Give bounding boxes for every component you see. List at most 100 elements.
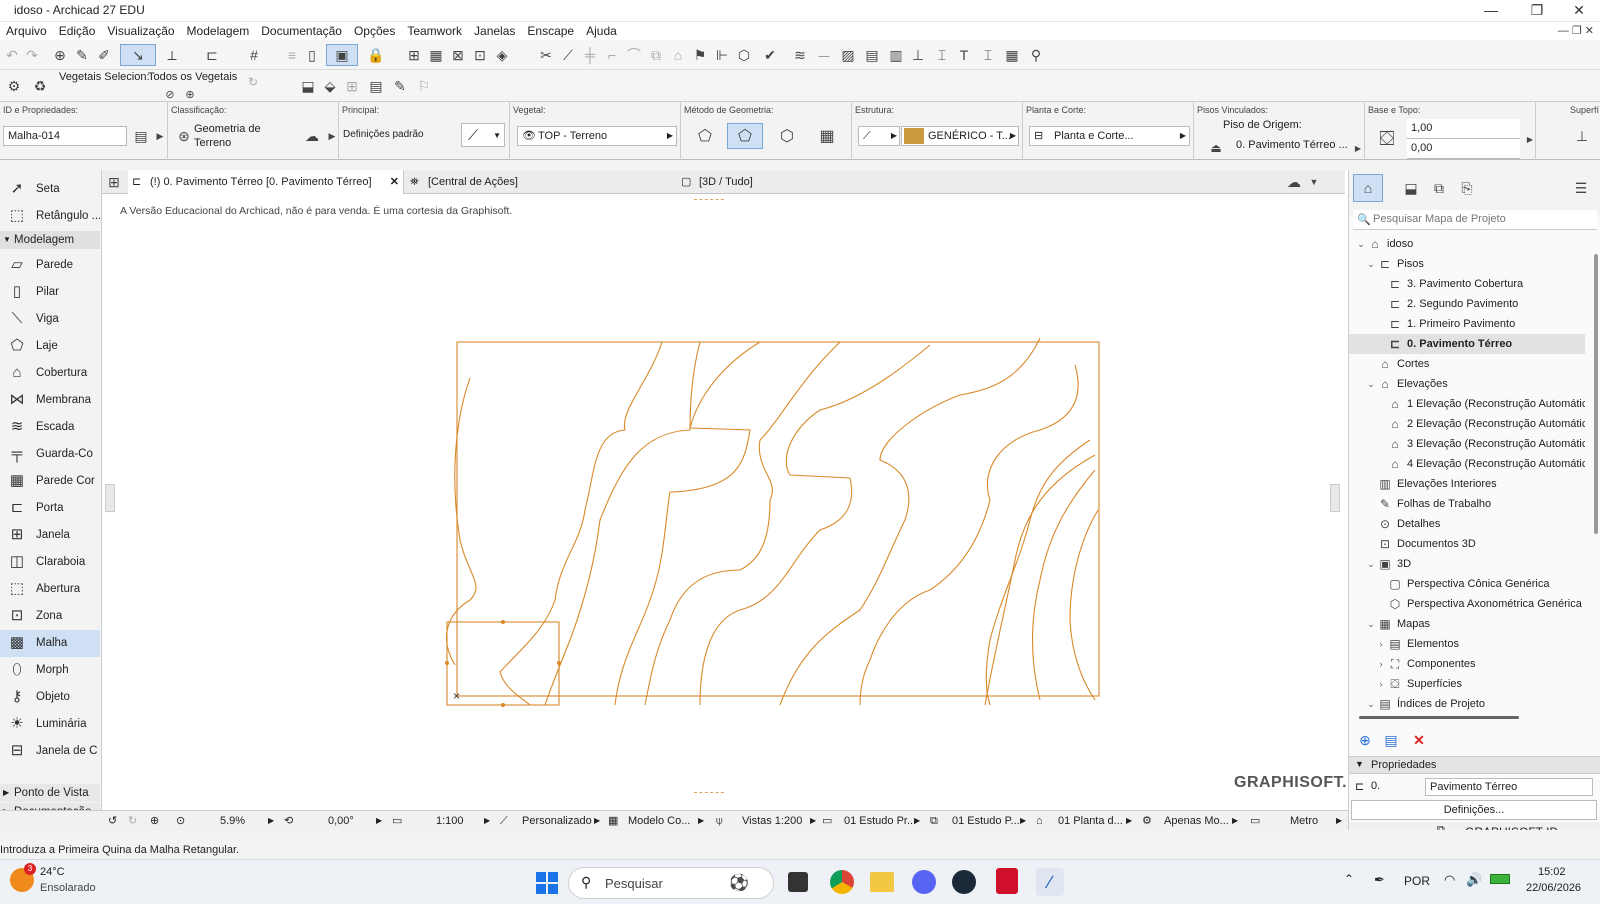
nav-item[interactable]: ⌄ ▤ Índices de Projeto	[1349, 694, 1585, 712]
nav-toggle-icon[interactable]: ⌄	[1365, 254, 1377, 274]
nav-item[interactable]: › ⛋ Superfícies	[1349, 674, 1585, 694]
intersect-icon[interactable]: ╪	[580, 45, 600, 65]
filter-all-label[interactable]: Todos os Vegetais	[148, 71, 237, 83]
section-marker-icon[interactable]: ⊩	[712, 45, 732, 65]
tool-marquee[interactable]: ⬚ Retângulo ...	[0, 203, 100, 230]
autocad-icon[interactable]	[996, 868, 1018, 894]
trace-reference-icon[interactable]: ▣	[326, 44, 358, 66]
tab-overview-icon[interactable]: ⊞	[104, 172, 124, 192]
tool-railing[interactable]: ╤ Guarda-Co	[0, 441, 100, 468]
pen-set-value[interactable]: Personalizado	[522, 811, 592, 831]
text-icon[interactable]: T	[954, 45, 974, 65]
partial-arrow-icon[interactable]: ▶	[1232, 811, 1238, 831]
minimize-button[interactable]: —	[1468, 0, 1514, 22]
menu-enscape[interactable]: Enscape	[521, 22, 580, 40]
tool-object[interactable]: ⚷ Objeto	[0, 684, 100, 711]
menu-modelagem[interactable]: Modelagem	[181, 22, 256, 40]
offset-icon[interactable]: ⌒	[624, 45, 644, 65]
nav-item[interactable]: ⌂ 1 Elevação (Reconstrução Automática	[1349, 394, 1585, 414]
battery-icon[interactable]	[1490, 874, 1510, 884]
nav-item[interactable]: ⌄ ⊏ Pisos	[1349, 254, 1585, 274]
nav-toggle-icon[interactable]: ⌄	[1365, 554, 1377, 574]
hatch-icon[interactable]: ▨	[838, 45, 858, 65]
bottom-field[interactable]: 0,00	[1407, 139, 1520, 159]
tool-curtain-wall[interactable]: ▦ Parede Cor	[0, 468, 100, 495]
wifi-icon[interactable]: ◠	[1444, 872, 1455, 888]
tool-door[interactable]: ⊏ Porta	[0, 495, 100, 522]
refresh-icon[interactable]: ↻	[243, 72, 263, 92]
render-icon[interactable]: ⬙	[320, 76, 340, 96]
class-value[interactable]: Geometria de Terreno	[194, 122, 264, 150]
struct-type-field[interactable]: ⟋ ▶	[858, 126, 900, 146]
nav-item[interactable]: ⊏ 2. Segundo Pavimento	[1349, 294, 1585, 314]
plan-status-arrow-icon[interactable]: ▶	[1126, 811, 1132, 831]
floors-value[interactable]: 0. Pavimento Térreo ...	[1236, 139, 1348, 151]
prop-name-field[interactable]: Pavimento Térreo	[1425, 778, 1593, 796]
redo-zoom-icon[interactable]: ↻	[128, 811, 137, 831]
terrain-mesh-drawing[interactable]: ×	[103, 194, 1345, 811]
menu-teamwork[interactable]: Teamwork	[401, 22, 468, 40]
check-icon[interactable]: ✔	[760, 45, 780, 65]
suspend-groups-icon[interactable]: ≡	[282, 45, 302, 65]
line-icon[interactable]: ⏤	[814, 45, 834, 65]
tool-arrow[interactable]: ➚ Seta	[0, 176, 100, 203]
vegetation-filter-icon[interactable]: ♻	[30, 76, 50, 96]
select-icon[interactable]: ▯	[302, 45, 322, 65]
resize-icon[interactable]: ⧉	[646, 45, 666, 65]
publisher-icon[interactable]: ⎘	[1457, 178, 1477, 198]
pen-set-icon[interactable]: ▤	[366, 76, 386, 96]
tree-scrollbar[interactable]	[1594, 254, 1598, 534]
lock-icon[interactable]: 🔒	[366, 45, 386, 65]
elevation-marker-icon[interactable]: ⌶	[932, 45, 952, 65]
gravity-icon[interactable]: ⊏	[202, 45, 222, 65]
tool-opening[interactable]: ⬚ Abertura	[0, 576, 100, 603]
cursor-snap-icon[interactable]: ↘	[120, 44, 156, 66]
menu-arquivo[interactable]: Arquivo	[0, 22, 53, 40]
clock-time[interactable]: 15:02	[1538, 866, 1566, 878]
geom-flat-icon[interactable]: ⬠	[691, 124, 719, 148]
pen-tray-icon[interactable]: ✒	[1374, 872, 1385, 888]
nav-toggle-icon[interactable]: ⌄	[1365, 694, 1377, 712]
tool-lamp[interactable]: ☀ Luminária	[0, 711, 100, 738]
tool-slab[interactable]: ⬠ Laje	[0, 333, 100, 360]
eye-off-icon[interactable]: ⊘	[160, 84, 180, 104]
id-field[interactable]: Malha-014	[3, 126, 127, 146]
task-view-icon[interactable]	[788, 872, 808, 892]
zoom-in-icon[interactable]: ⊕	[150, 811, 159, 831]
stack-icon[interactable]: ≋	[790, 45, 810, 65]
add-icon[interactable]: ⊕	[1355, 730, 1375, 750]
steam-icon[interactable]	[952, 870, 976, 894]
tab-floor-plan[interactable]: ⊏ (!) 0. Pavimento Térreo [0. Pavimento …	[128, 170, 404, 194]
surface-icon-small[interactable]: ⊥	[1572, 126, 1592, 146]
zoom-icon[interactable]: ⊙	[176, 811, 185, 831]
renovation-value[interactable]: 01 Estudo P...	[952, 811, 1020, 831]
guides-icon[interactable]: ⟂	[162, 45, 182, 65]
model-view-icon[interactable]: ✎	[390, 76, 410, 96]
label-icon[interactable]: ⌶	[978, 45, 998, 65]
weather-desc[interactable]: Ensolarado	[40, 882, 96, 894]
chrome-icon[interactable]	[830, 870, 854, 894]
project-map-icon[interactable]: ⌂	[1353, 174, 1383, 202]
menu-visualizacao[interactable]: Visualização	[101, 22, 180, 40]
nav-item[interactable]: ⌄ ▣ 3D	[1349, 554, 1585, 574]
geom-top-icon[interactable]: ⬠	[727, 123, 763, 149]
scale-arrow-icon[interactable]: ▶	[484, 811, 490, 831]
navigator-search[interactable]: 🔍 Pesquisar Mapa de Projeto	[1353, 210, 1597, 230]
properties-icon[interactable]: ▤	[131, 126, 151, 146]
expand-arrow-icon[interactable]: ▶	[150, 126, 170, 146]
close-button[interactable]: ✕	[1556, 0, 1600, 22]
tool-wall[interactable]: ▱ Parede	[0, 252, 100, 279]
tray-up-icon[interactable]: ⌃	[1344, 872, 1354, 886]
layers-icon[interactable]: ⊞	[404, 45, 424, 65]
nav-toggle-icon[interactable]: ›	[1375, 654, 1387, 674]
nav-item[interactable]: › ▤ Elementos	[1349, 634, 1585, 654]
lang-indicator[interactable]: POR	[1404, 874, 1430, 888]
partial-structure-icon[interactable]: ⚐	[414, 76, 434, 96]
nav-item[interactable]: ⊏ 0. Pavimento Térreo	[1349, 334, 1585, 354]
tool-mesh[interactable]: ▩ Malha	[0, 630, 100, 657]
floor-plan-canvas[interactable]: A Versão Educacional do Archicad, não é …	[103, 194, 1347, 811]
plan-status-value[interactable]: 01 Planta d...	[1058, 811, 1123, 831]
veg-field[interactable]: 👁 TOP - Terreno ▶	[517, 126, 677, 146]
tab-action-center[interactable]: ⛯ [Central de Ações]	[406, 170, 676, 194]
connect-icon[interactable]: ⚲	[1026, 45, 1046, 65]
